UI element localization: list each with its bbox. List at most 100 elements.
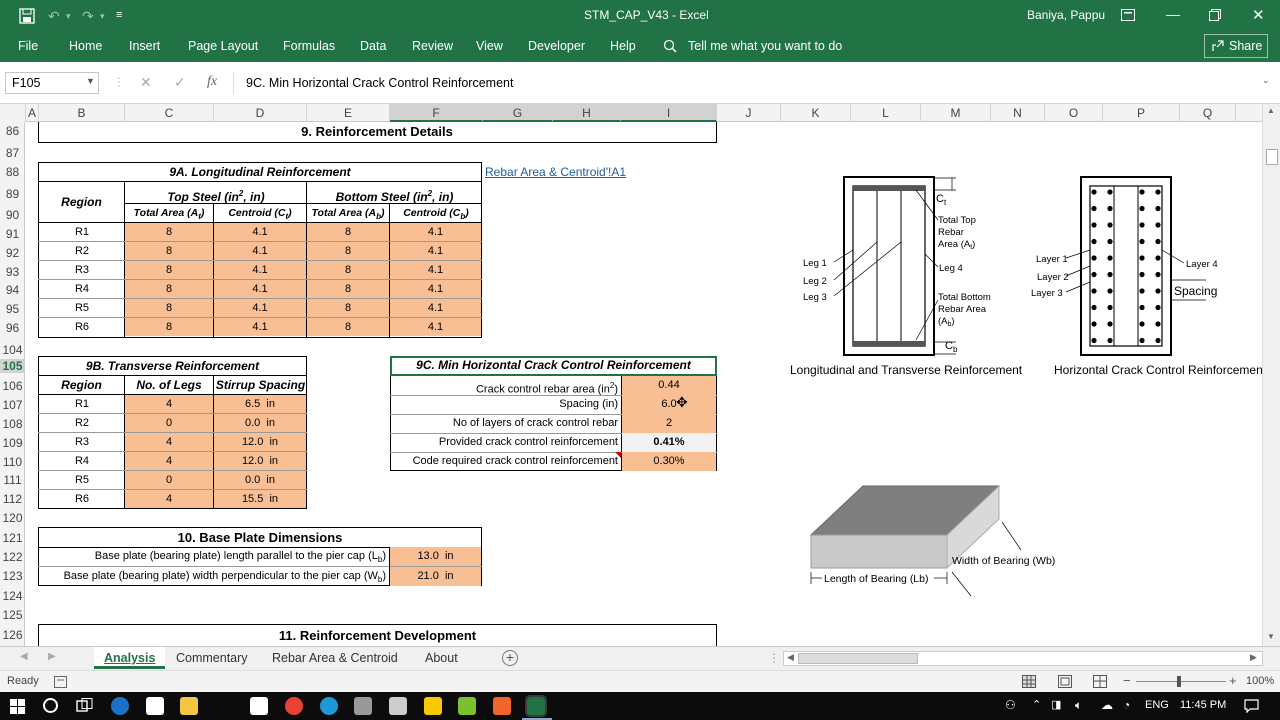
column-header-b[interactable]: B (39, 104, 125, 122)
store-icon[interactable] (146, 697, 164, 715)
tab-split-handle[interactable]: ⋮ (768, 651, 780, 665)
spacing-value[interactable]: 6.0 (622, 395, 716, 414)
centroid-bottom-cell[interactable]: 4.1 (390, 280, 481, 298)
sheet-tab-about[interactable]: About (415, 647, 468, 669)
column-header-o[interactable]: O (1045, 104, 1103, 122)
row-header[interactable]: 112 (0, 492, 25, 506)
prev-sheet-icon[interactable]: ◀ (20, 651, 28, 662)
tab-home[interactable]: Home (69, 39, 102, 53)
region-cell[interactable]: R4 (40, 452, 124, 470)
next-sheet-icon[interactable]: ▶ (48, 651, 56, 662)
normal-view-icon[interactable] (1022, 675, 1036, 688)
customize-qat-icon[interactable]: ≡ (116, 9, 122, 21)
row-header[interactable]: 106 (0, 379, 25, 393)
confirm-entry-icon[interactable]: ✓ (174, 74, 186, 91)
row-header[interactable]: 90 (0, 208, 25, 222)
volume-icon[interactable]: 🔈︎ (1075, 698, 1082, 713)
column-header-h[interactable]: H (553, 104, 621, 122)
row-header[interactable]: 86 (0, 124, 25, 138)
provided-reinforcement-value[interactable]: 0.41% (622, 433, 716, 452)
zoom-level[interactable]: 100% (1246, 675, 1274, 687)
stirrup-spacing-cell[interactable]: 6.5 in (214, 395, 306, 413)
row-header[interactable]: 96 (0, 321, 25, 335)
tab-file[interactable]: File (18, 39, 38, 53)
column-header-j[interactable]: J (717, 104, 781, 122)
macro-record-icon[interactable] (54, 676, 67, 688)
centroid-bottom-cell[interactable]: 4.1 (390, 261, 481, 279)
base-plate-width-value[interactable]: 21.0 in (390, 567, 481, 586)
column-header-d[interactable]: D (214, 104, 307, 122)
row-header[interactable]: 111 (0, 473, 25, 487)
file-explorer-icon[interactable] (180, 697, 198, 715)
base-plate-length-value[interactable]: 13.0 in (390, 547, 481, 566)
region-cell[interactable]: R1 (40, 223, 124, 241)
formula-input[interactable]: 9C. Min Horizontal Crack Control Reinfor… (233, 72, 1276, 94)
crack-control-area-value[interactable]: 0.44 (622, 376, 716, 395)
app-icon[interactable] (458, 697, 476, 715)
no-of-legs-cell[interactable]: 0 (125, 471, 213, 489)
stirrup-spacing-cell[interactable]: 0.0 in (214, 471, 306, 489)
share-button[interactable]: Share (1204, 34, 1268, 58)
tab-data[interactable]: Data (360, 39, 386, 53)
region-cell[interactable]: R5 (40, 471, 124, 489)
horizontal-scroll-thumb[interactable] (798, 653, 918, 664)
no-of-legs-cell[interactable]: 4 (125, 433, 213, 451)
redo-dropdown-icon[interactable]: ▾ (100, 11, 105, 22)
region-cell[interactable]: R2 (40, 414, 124, 432)
task-view-icon[interactable] (76, 698, 93, 714)
no-of-legs-cell[interactable]: 0 (125, 414, 213, 432)
row-header[interactable]: 104 (0, 343, 25, 357)
region-cell[interactable]: R2 (40, 242, 124, 260)
user-name[interactable]: Baniya, Pappu (1027, 8, 1105, 22)
restore-icon[interactable] (1209, 9, 1221, 21)
sheet-tab-commentary[interactable]: Commentary (166, 647, 258, 669)
column-header-a[interactable]: A (26, 104, 39, 122)
row-header[interactable]: 95 (0, 302, 25, 316)
tab-review[interactable]: Review (412, 39, 453, 53)
select-all-corner[interactable] (0, 104, 26, 122)
centroid-top-cell[interactable]: 4.1 (214, 299, 306, 317)
total-area-top-cell[interactable]: 8 (125, 280, 213, 298)
undo-dropdown-icon[interactable]: ▾ (66, 11, 71, 22)
row-header[interactable]: 122 (0, 550, 25, 564)
action-center-icon[interactable] (1244, 698, 1259, 713)
centroid-top-cell[interactable]: 4.1 (214, 223, 306, 241)
row-header[interactable]: 123 (0, 569, 25, 583)
add-sheet-icon[interactable]: + (502, 650, 518, 666)
people-icon[interactable]: ⚇ (1005, 698, 1016, 712)
worksheet-grid[interactable]: 9. Reinforcement Details 9A. Longitudina… (26, 122, 1262, 646)
zoom-in-icon[interactable]: + (1229, 673, 1237, 688)
row-header[interactable]: 107 (0, 398, 25, 412)
chrome-icon[interactable] (285, 697, 303, 715)
tab-developer[interactable]: Developer (528, 39, 585, 53)
expand-formula-bar-icon[interactable]: ⌄ (1262, 75, 1270, 86)
onedrive-icon[interactable]: ☁ (1101, 698, 1113, 712)
scroll-down-icon[interactable]: ▼ (1267, 632, 1275, 641)
name-box[interactable]: F105 ▼ (5, 72, 99, 94)
edge-icon[interactable] (111, 697, 129, 715)
scroll-left-icon[interactable]: ◀ (787, 652, 794, 663)
row-header[interactable]: 92 (0, 246, 25, 260)
code-required-value[interactable]: 0.30% (622, 452, 716, 471)
column-header-n[interactable]: N (991, 104, 1045, 122)
row-header[interactable]: 125 (0, 608, 25, 622)
minimize-icon[interactable]: — (1166, 6, 1180, 22)
tray-overflow-icon[interactable]: ⌃ (1032, 698, 1041, 711)
stirrup-spacing-cell[interactable]: 15.5 in (214, 490, 306, 508)
zoom-slider[interactable] (1136, 681, 1226, 682)
wifi-icon[interactable]: ◔ (1123, 698, 1130, 712)
column-header-g[interactable]: G (483, 104, 553, 122)
centroid-bottom-cell[interactable]: 4.1 (390, 318, 481, 336)
row-header[interactable]: 120 (0, 511, 25, 525)
row-header[interactable]: 91 (0, 227, 25, 241)
column-header-c[interactable]: C (125, 104, 214, 122)
redo-icon[interactable]: ↷ (82, 8, 94, 25)
region-cell[interactable]: R5 (40, 299, 124, 317)
app-icon[interactable] (389, 697, 407, 715)
scroll-up-icon[interactable]: ▲ (1267, 106, 1275, 115)
total-area-bottom-cell[interactable]: 8 (307, 318, 389, 336)
zoom-slider-thumb[interactable] (1177, 676, 1181, 687)
total-area-top-cell[interactable]: 8 (125, 242, 213, 260)
column-header-e[interactable]: E (307, 104, 390, 122)
cancel-entry-icon[interactable]: ✕ (140, 74, 152, 91)
